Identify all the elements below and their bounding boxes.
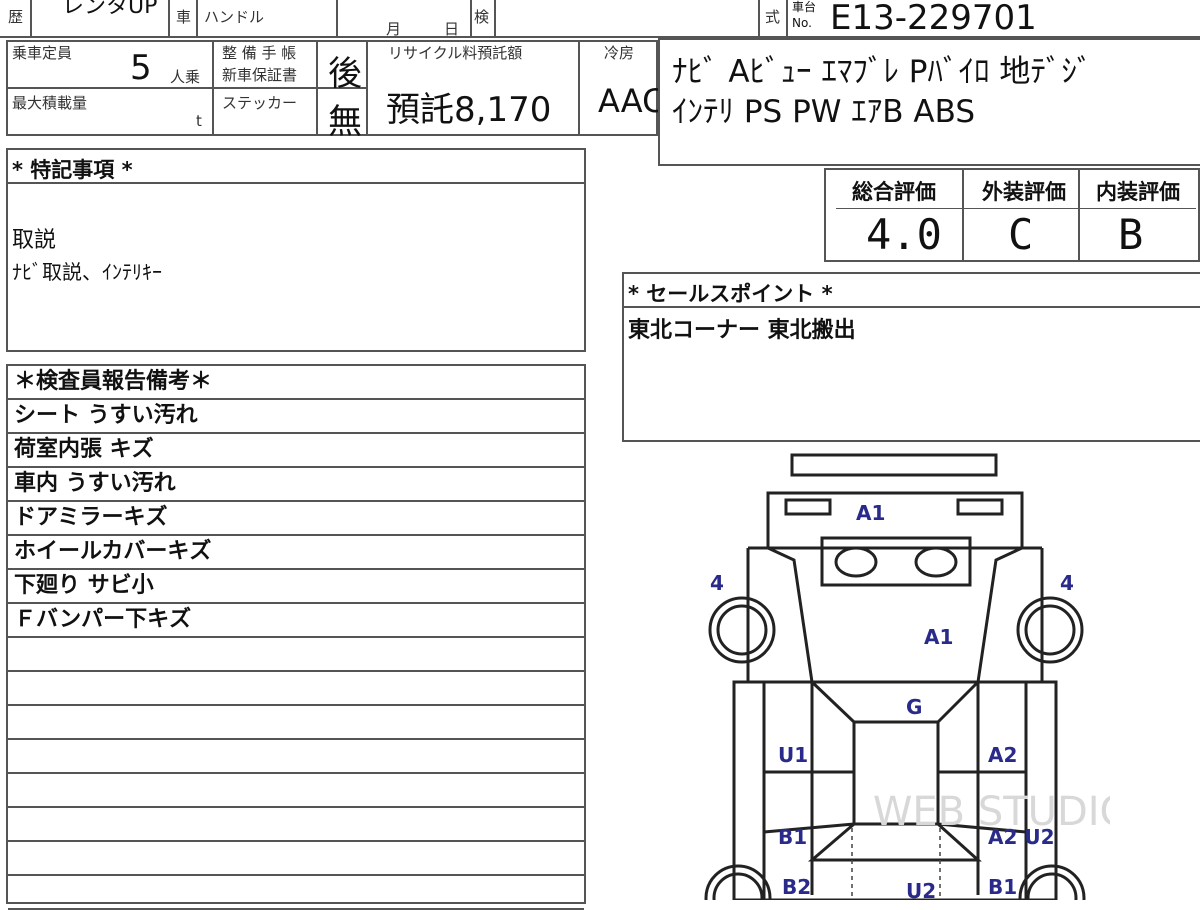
car-label: 車 xyxy=(176,8,192,26)
day-label: 日 xyxy=(444,20,460,38)
report-line xyxy=(8,706,584,740)
sticker-label: ステッカー xyxy=(222,94,298,112)
report-line: シート うすい汚れ xyxy=(8,400,584,434)
mark-4-left: 4 xyxy=(710,571,724,595)
report-line: 車内 うすい汚れ xyxy=(8,468,584,502)
mark-a2-upper: A2 xyxy=(988,743,1017,767)
report-line xyxy=(8,876,584,910)
report-line xyxy=(8,842,584,876)
report-line: ホイールカバーキズ xyxy=(8,536,584,570)
history-label: 歴 xyxy=(8,8,24,26)
sticker-value: 無 xyxy=(328,102,362,142)
front-left-wheel xyxy=(708,596,776,664)
interior-rating-label: 内装評価 xyxy=(1096,180,1180,204)
report-line xyxy=(8,808,584,842)
report-line: Ｆバンパー下キズ xyxy=(8,604,584,638)
left-mirror-oval xyxy=(834,546,878,578)
overall-rating-label: 総合評価 xyxy=(852,180,936,204)
ac-value: AAC xyxy=(598,82,665,120)
special-notes-title: * 特記事項 * xyxy=(12,158,133,182)
report-line xyxy=(8,672,584,706)
chassis-number: E13-229701 xyxy=(830,0,1037,38)
equipment-line-1: ﾅﾋﾞ Aﾋﾞｭｰ ｴﾏﾌﾞﾚ Pﾊﾞｲﾛ 地ﾃﾞｼﾞ xyxy=(672,54,1093,90)
right-mirror-oval xyxy=(914,546,958,578)
sales-point-title: * セールスポイント * xyxy=(628,282,833,306)
chassis-label-1: 車台 xyxy=(792,0,817,14)
exterior-rating-value: C xyxy=(1008,210,1034,259)
roof-outline xyxy=(790,453,998,477)
mark-a2-u2: A2 U2 xyxy=(988,825,1055,849)
right-headlight xyxy=(956,498,1004,516)
mark-a1-hood: A1 xyxy=(924,625,953,649)
report-line xyxy=(8,774,584,808)
capacity-value: 5 xyxy=(130,48,152,88)
exterior-rating-label: 外装評価 xyxy=(982,180,1066,204)
mark-a1-front: A1 xyxy=(856,501,885,525)
max-load-label: 最大積載量 xyxy=(12,94,88,112)
month-label: 月 xyxy=(386,20,402,38)
report-line xyxy=(8,740,584,774)
maintenance-value: 後 xyxy=(328,54,362,94)
mark-4-right: 4 xyxy=(1060,571,1074,595)
interior-rating-value: B xyxy=(1118,210,1144,259)
report-line: 荷室内張 キズ xyxy=(8,434,584,468)
damage-map-diagram: WEB STUDIO PRO A1 4 4 A1 G U1 A2 B1 A2 U… xyxy=(704,453,1110,900)
chassis-label-2: No. xyxy=(792,16,812,30)
mark-b1-right: B1 xyxy=(988,875,1017,899)
maintenance-label-2: 新車保証書 xyxy=(222,66,298,84)
mark-g: G xyxy=(906,695,922,719)
report-line: 下廻り サビ小 xyxy=(8,570,584,604)
recycle-label: リサイクル料預託額 xyxy=(388,44,523,62)
sales-point-text: 東北コーナー 東北搬出 xyxy=(628,318,856,343)
special-notes-line-1: 取説 xyxy=(12,228,57,253)
recycle-value: 預託8,170 xyxy=(386,90,552,130)
inspector-report-box: ＊検査員報告備考＊ シート うすい汚れ 荷室内張 キズ 車内 うすい汚れ ドアミ… xyxy=(6,364,586,910)
report-line: ドアミラーキズ xyxy=(8,502,584,536)
inspection-label: 検 xyxy=(474,8,490,26)
left-headlight xyxy=(784,498,832,516)
special-notes-line-2: ﾅﾋﾞ取説、ｲﾝﾃﾘｷｰ xyxy=(12,260,162,284)
mark-u1: U1 xyxy=(778,743,808,767)
mark-b1-left: B1 xyxy=(778,825,807,849)
mark-u2-rear: U2 xyxy=(906,879,936,900)
capacity-label: 乗車定員 xyxy=(12,44,73,62)
windshield-outline xyxy=(820,536,972,587)
ac-label: 冷房 xyxy=(604,44,635,62)
equipment-line-2: ｲﾝﾃﾘ PS PW ｴｱB ABS xyxy=(672,94,976,130)
report-line xyxy=(8,638,584,672)
model-type-label: 式 xyxy=(765,8,781,26)
handle-label: ハンドル xyxy=(204,8,265,26)
front-right-wheel xyxy=(1016,596,1084,664)
history-value: レンタUP xyxy=(62,0,158,19)
mark-b2: B2 xyxy=(782,875,811,899)
capacity-unit: 人乗 xyxy=(170,68,201,86)
max-load-unit: t xyxy=(196,112,202,130)
overall-rating-value: 4.0 xyxy=(866,210,942,259)
inspector-report-title: ＊検査員報告備考＊ xyxy=(8,366,584,400)
maintenance-label-1: 整 備 手 帳 xyxy=(222,44,297,62)
